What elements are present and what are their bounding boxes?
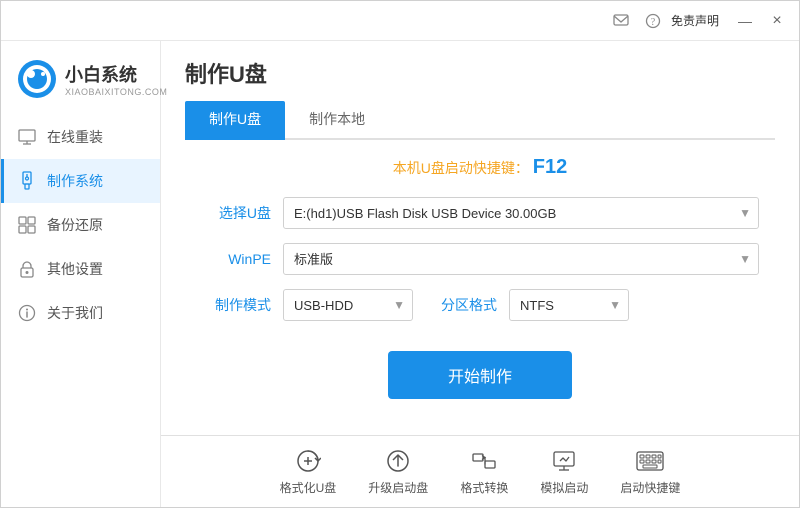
logo-text-area: 小白系统 XIAOBAIXITONG.COM <box>65 61 167 97</box>
active-bar <box>1 159 4 203</box>
sidebar-item-label-backup-restore: 备份还原 <box>47 215 103 235</box>
form-area: 本机U盘启动快捷键： F12 选择U盘 E:(hd1)USB Flash Dis… <box>161 140 799 435</box>
feedback-icon[interactable] <box>607 7 635 35</box>
backup-icon <box>17 215 37 235</box>
sidebar: 小白系统 XIAOBAIXITONG.COM 在线重装 <box>1 41 161 507</box>
shortcut-key: F12 <box>533 156 567 178</box>
shortcut-hint-text: 本机U盘启动快捷键： <box>393 160 529 176</box>
monitor-icon <box>17 127 37 147</box>
winpe-label: WinPE <box>201 251 271 267</box>
free-declaration-label[interactable]: 免责声明 <box>671 12 719 29</box>
convert-icon <box>470 447 498 475</box>
tab-make-usb[interactable]: 制作U盘 <box>185 101 285 140</box>
minimize-button[interactable]: — <box>731 7 759 35</box>
tool-boot-shortcut-label: 启动快捷键 <box>620 479 680 496</box>
tool-simulate-boot-label: 模拟启动 <box>540 479 588 496</box>
usb-select-wrapper: E:(hd1)USB Flash Disk USB Device 30.00GB… <box>283 197 759 229</box>
winpe-select-wrapper: 标准版 微PE 老毛桃 ▼ <box>283 243 759 275</box>
info-icon <box>17 303 37 323</box>
logo-subtitle: XIAOBAIXITONG.COM <box>65 87 167 97</box>
content-header: 制作U盘 制作U盘 制作本地 <box>161 41 799 140</box>
sidebar-item-make-system[interactable]: 制作系统 <box>1 159 160 203</box>
titlebar: ? 免责声明 — × <box>1 1 799 41</box>
tool-simulate-boot[interactable]: 模拟启动 <box>540 447 588 496</box>
partition-select-wrapper: NTFS FAT32 exFAT ▼ <box>509 289 629 321</box>
usb-icon <box>17 171 37 191</box>
winpe-row: WinPE 标准版 微PE 老毛桃 ▼ <box>201 243 759 275</box>
tool-format-usb-label: 格式化U盘 <box>280 479 337 496</box>
keyboard-icon <box>636 447 664 475</box>
tool-boot-shortcut[interactable]: 启动快捷键 <box>620 447 680 496</box>
main-window: ? 免责声明 — × <box>0 0 800 508</box>
main-layout: 小白系统 XIAOBAIXITONG.COM 在线重装 <box>1 41 799 507</box>
tool-format-convert[interactable]: 格式转换 <box>460 447 508 496</box>
partition-select[interactable]: NTFS FAT32 exFAT <box>509 289 629 321</box>
sidebar-item-label-make-system: 制作系统 <box>47 171 103 191</box>
close-button[interactable]: × <box>763 7 791 35</box>
lock-icon <box>17 259 37 279</box>
logo-icon <box>17 59 57 99</box>
usb-label: 选择U盘 <box>201 203 271 223</box>
mode-select-wrapper: USB-HDD USB-ZIP USB-FDD ▼ <box>283 289 413 321</box>
usb-select[interactable]: E:(hd1)USB Flash Disk USB Device 30.00GB <box>283 197 759 229</box>
usb-row: 选择U盘 E:(hd1)USB Flash Disk USB Device 30… <box>201 197 759 229</box>
tool-upgrade-boot[interactable]: 升级启动盘 <box>368 447 428 496</box>
upload-icon <box>384 447 412 475</box>
format-icon <box>294 447 322 475</box>
titlebar-right: ? 免责声明 — × <box>607 7 791 35</box>
tool-format-convert-label: 格式转换 <box>460 479 508 496</box>
winpe-select[interactable]: 标准版 微PE 老毛桃 <box>283 243 759 275</box>
simulate-icon <box>550 447 578 475</box>
mode-label: 制作模式 <box>201 295 271 315</box>
tool-format-usb[interactable]: 格式化U盘 <box>280 447 337 496</box>
start-btn-row: 开始制作 <box>201 351 759 399</box>
logo-area: 小白系统 XIAOBAIXITONG.COM <box>1 51 160 115</box>
tool-upgrade-boot-label: 升级启动盘 <box>368 479 428 496</box>
svg-text:?: ? <box>651 17 656 28</box>
content-area: 制作U盘 制作U盘 制作本地 本机U盘启动快捷键： F12 选择U盘 E:(hd… <box>161 41 799 507</box>
help-icon[interactable]: ? <box>639 7 667 35</box>
page-title: 制作U盘 <box>185 57 775 89</box>
logo-title: 小白系统 <box>65 61 167 87</box>
partition-label: 分区格式 <box>441 295 497 315</box>
sidebar-item-other-settings[interactable]: 其他设置 <box>1 247 160 291</box>
bottom-toolbar: 格式化U盘 升级启动盘 <box>161 435 799 507</box>
sidebar-item-label-about-us: 关于我们 <box>47 303 103 323</box>
sidebar-item-about-us[interactable]: 关于我们 <box>1 291 160 335</box>
sidebar-item-label-other-settings: 其他设置 <box>47 259 103 279</box>
start-button[interactable]: 开始制作 <box>388 351 572 399</box>
sidebar-item-label-online-reinstall: 在线重装 <box>47 127 103 147</box>
sidebar-item-online-reinstall[interactable]: 在线重装 <box>1 115 160 159</box>
sidebar-item-backup-restore[interactable]: 备份还原 <box>1 203 160 247</box>
tab-make-local[interactable]: 制作本地 <box>285 101 389 140</box>
mode-partition-row: 制作模式 USB-HDD USB-ZIP USB-FDD ▼ 分区格式 NTFS <box>201 289 759 321</box>
shortcut-hint: 本机U盘启动快捷键： F12 <box>201 156 759 179</box>
tab-bar: 制作U盘 制作本地 <box>185 101 775 140</box>
mode-select[interactable]: USB-HDD USB-ZIP USB-FDD <box>283 289 413 321</box>
